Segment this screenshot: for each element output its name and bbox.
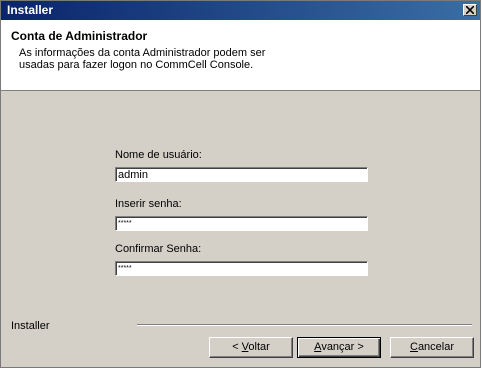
confirm-password-label: Confirmar Senha: [115,243,202,255]
description-line-2: usadas para fazer logon no CommCell Cons… [19,59,254,71]
cancel-button-label: ancelar [417,341,455,353]
password-field[interactable] [115,216,368,231]
username-field[interactable] [115,167,368,182]
confirm-password-field[interactable] [115,261,368,276]
footer-brand-label: Installer [11,320,50,332]
cancel-button-accel: C [409,341,418,353]
back-button-prefix: < [232,341,242,353]
description-line-1: As informações da conta Administrador po… [19,47,266,59]
installer-window: Installer Conta de Administrador As info… [0,0,481,368]
password-label: Inserir senha: [115,198,182,210]
cancel-button[interactable]: Cancelar [390,337,474,358]
back-button-label: oltar [248,341,270,353]
next-button-label: vançar [321,341,355,353]
username-label: Nome de usuário: [115,149,202,161]
back-button[interactable]: < Voltar [209,337,293,358]
close-button[interactable] [463,4,477,16]
next-button[interactable]: Avançar > [297,337,381,358]
window-title: Installer [7,3,54,17]
header-panel: Conta de Administrador As informações da… [1,20,480,91]
footer-separator [137,324,472,326]
page-title: Conta de Administrador [11,29,148,43]
close-icon [466,6,474,14]
next-button-suffix: > [354,341,364,353]
page-description: As informações da conta Administrador po… [19,47,279,71]
title-bar: Installer [1,1,480,20]
